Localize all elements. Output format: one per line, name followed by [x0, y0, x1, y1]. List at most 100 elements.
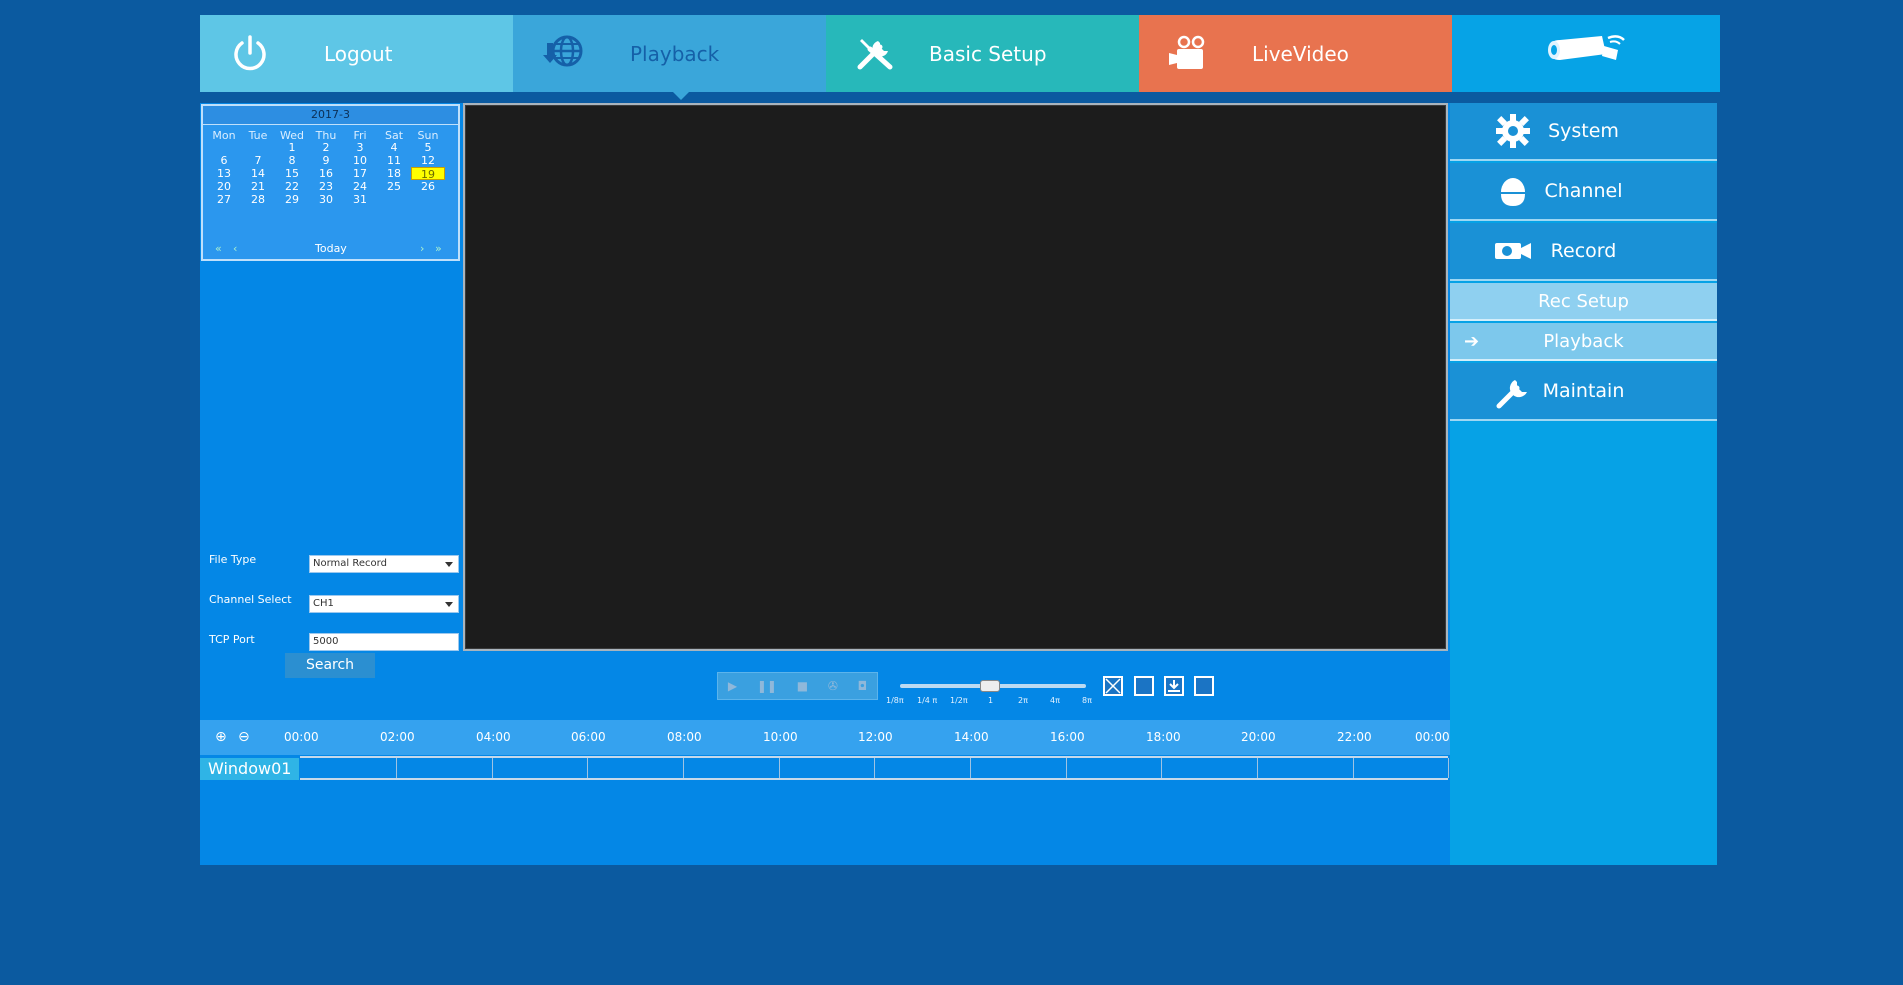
calendar-week-row: 12345	[207, 141, 457, 154]
calendar-day[interactable]: 16	[309, 167, 343, 180]
calendar-next-month[interactable]: ›	[420, 242, 424, 255]
calendar-day[interactable]: 2	[309, 141, 343, 154]
zoom-out-icon[interactable]: ⊖	[238, 729, 250, 745]
calendar-prev-month[interactable]: ‹	[233, 242, 237, 255]
logo-tab	[1452, 15, 1720, 92]
tools-icon	[857, 39, 893, 70]
tab-basic-setup[interactable]: Basic Setup	[826, 15, 1139, 92]
calendar-week-row: 6 7 8 9 10 11 12	[207, 154, 457, 167]
chevron-down-icon	[445, 562, 453, 567]
calendar-day[interactable]: 5	[411, 141, 445, 154]
calendar-day[interactable]: 17	[343, 167, 377, 180]
calendar-day[interactable]: 27	[207, 193, 241, 206]
calendar-day[interactable]: 29	[275, 193, 309, 206]
calendar-day[interactable]: 10	[343, 154, 377, 167]
calendar-day[interactable]: 7	[241, 154, 275, 167]
tab-playback[interactable]: Playback	[513, 15, 826, 100]
sidebar-item-channel-label: Channel	[1544, 180, 1623, 202]
globe-download-icon	[543, 35, 583, 67]
speed-slider-handle[interactable]	[980, 680, 1000, 692]
timeline-tick	[1448, 758, 1449, 778]
timeline: ⊕ ⊖ 00:00 02:00 04:00 06:00 08:00 10:00 …	[200, 720, 1450, 865]
power-icon	[234, 35, 266, 71]
calendar-day[interactable]: 22	[275, 180, 309, 193]
calendar-next-year[interactable]: »	[435, 242, 442, 255]
calendar-day[interactable]: 9	[309, 154, 343, 167]
play-icon[interactable]: ▶	[728, 679, 737, 693]
timeline-time: 10:00	[763, 730, 798, 744]
calendar-day[interactable]: 4	[377, 141, 411, 154]
window-label[interactable]: Window01	[200, 758, 299, 780]
snapshot-camera-icon[interactable]: ◘	[858, 679, 868, 693]
channel-select-label: Channel Select	[209, 593, 292, 606]
calendar-empty-cell	[411, 193, 445, 206]
file-type-label: File Type	[209, 553, 257, 566]
calendar-day[interactable]: 24	[343, 180, 377, 193]
timeline-tick	[874, 758, 875, 778]
sidebar-item-system[interactable]: System	[1450, 103, 1717, 161]
calendar-day[interactable]: 21	[241, 180, 275, 193]
calendar-day[interactable]: 18	[377, 167, 411, 180]
right-panel: System Channel Record Rec Setup ➔ Playba…	[1450, 103, 1717, 865]
bullet-camera-icon	[1548, 35, 1625, 60]
calendar-day[interactable]: 23	[309, 180, 343, 193]
calendar-grid: Mon Tue Wed Thu Fri Sat Sun 1 2 3 4 5 6 7 8 9 10 1…	[207, 128, 457, 206]
calendar-day[interactable]: 14	[241, 167, 275, 180]
search-button[interactable]: Search	[285, 653, 375, 678]
tcp-port-input[interactable]: 5000	[309, 633, 459, 651]
speed-label: 8π	[1082, 696, 1092, 705]
timeline-track-bottom[interactable]	[300, 778, 1448, 780]
calendar-day[interactable]: 3	[343, 141, 377, 154]
calendar-day-selected[interactable]: 19	[411, 167, 445, 181]
channel-select[interactable]: CH1	[309, 595, 459, 613]
calendar-day[interactable]: 30	[309, 193, 343, 206]
calendar-day[interactable]: 13	[207, 167, 241, 180]
calendar-weeks: 1 2 3 4 5 6 7 8 9 10 11 12 13 14 15 16 17 18 19 20 21 22 23 24 2…	[207, 141, 457, 206]
download-screen-icon[interactable]	[1164, 676, 1184, 696]
fullscreen-icon[interactable]	[1194, 676, 1214, 696]
timeline-time: 12:00	[858, 730, 893, 744]
timeline-header: ⊕ ⊖ 00:00 02:00 04:00 06:00 08:00 10:00 …	[200, 720, 1450, 755]
calendar-day[interactable]: 31	[343, 193, 377, 206]
calendar-day[interactable]: 8	[275, 154, 309, 167]
timeline-tick	[1066, 758, 1067, 778]
tab-livevideo[interactable]: LiveVideo	[1139, 15, 1452, 92]
active-tab-pointer	[673, 92, 689, 100]
sidebar-item-record[interactable]: Record	[1450, 223, 1717, 281]
timeline-time: 18:00	[1146, 730, 1181, 744]
stop-icon[interactable]: ■	[797, 679, 808, 693]
calendar-dow-row: Mon Tue Wed Thu Fri Sat Sun	[207, 128, 457, 142]
calendar-day[interactable]: 11	[377, 154, 411, 167]
sidebar-subitem-playback-label: Playback	[1543, 331, 1624, 352]
calendar-day[interactable]: 25	[377, 180, 411, 193]
calendar-day[interactable]: 15	[275, 167, 309, 180]
single-view-icon[interactable]	[1134, 676, 1154, 696]
tab-logout[interactable]: Logout	[200, 15, 513, 92]
calendar-month: 2017-3	[203, 106, 458, 125]
calendar-day[interactable]: 20	[207, 180, 241, 193]
video-camera-icon	[1169, 35, 1205, 69]
pause-icon[interactable]: ❚❚	[757, 679, 777, 693]
sidebar-subitem-playback[interactable]: ➔ Playback	[1450, 323, 1717, 361]
zoom-in-icon[interactable]: ⊕	[215, 729, 227, 745]
video-window[interactable]	[463, 103, 1448, 651]
calendar-prev-year[interactable]: «	[215, 242, 222, 255]
calendar-day[interactable]: 26	[411, 180, 445, 193]
close-window-icon[interactable]	[1103, 676, 1123, 696]
calendar-week-row: 13 14 15 16 17 18 19	[207, 167, 457, 181]
sidebar-subitem-rec-setup[interactable]: Rec Setup	[1450, 283, 1717, 321]
calendar-day[interactable]: 28	[241, 193, 275, 206]
sidebar-item-maintain-label: Maintain	[1542, 380, 1625, 402]
timeline-time: 00:00	[1415, 730, 1450, 744]
calendar-day[interactable]: 1	[275, 141, 309, 154]
sidebar-item-maintain[interactable]: Maintain	[1450, 363, 1717, 421]
film-reel-icon[interactable]: ✇	[828, 679, 838, 693]
calendar-day[interactable]: 12	[411, 154, 445, 167]
top-nav: Logout Playback Basic Setup LiveVideo	[200, 15, 1720, 100]
calendar-day[interactable]: 6	[207, 154, 241, 167]
sidebar-item-channel[interactable]: Channel	[1450, 163, 1717, 221]
download-arrow-icon	[1168, 680, 1180, 692]
calendar-today-button[interactable]: Today	[315, 242, 347, 255]
calendar: 2017-3 Mon Tue Wed Thu Fri Sat Sun 12345…	[201, 104, 460, 261]
file-type-select[interactable]: Normal Record	[309, 555, 459, 573]
